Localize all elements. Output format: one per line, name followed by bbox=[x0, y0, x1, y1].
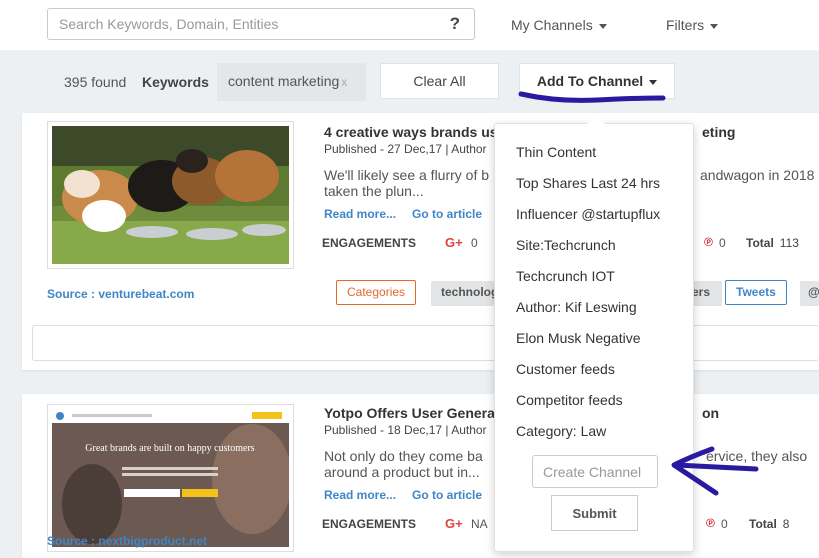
annotation-arrow-scribble bbox=[671, 446, 759, 496]
go-to-article-link[interactable]: Go to article bbox=[412, 488, 482, 502]
read-more-link[interactable]: Read more... bbox=[324, 488, 396, 502]
total-count: 8 bbox=[782, 517, 790, 531]
caret-down-icon bbox=[598, 23, 607, 29]
clear-all-button[interactable]: Clear All bbox=[380, 63, 499, 99]
channel-option[interactable]: Site:Techcrunch bbox=[516, 237, 616, 253]
article-thumbnail[interactable]: Great brands are built on happy customer… bbox=[47, 404, 294, 552]
keyword-chip: content marketing x bbox=[217, 63, 366, 101]
top-bar: ? My Channels Filters bbox=[0, 0, 819, 50]
results-count: 395 found bbox=[64, 74, 127, 90]
article-title[interactable]: Yotpo Offers User Genera bbox=[324, 405, 495, 421]
go-to-article-link[interactable]: Go to article bbox=[412, 207, 482, 221]
total-label: Total bbox=[746, 236, 774, 250]
total-engagements: Total 113 bbox=[746, 236, 799, 250]
channel-option[interactable]: Influencer @startupflux bbox=[516, 206, 660, 222]
article-published: Published - 27 Dec,17 | Author bbox=[324, 142, 487, 156]
dropdown-pointer bbox=[587, 115, 605, 124]
article-title-tail[interactable]: eting bbox=[702, 124, 735, 140]
filters-menu[interactable]: Filters bbox=[666, 17, 719, 33]
article-title-tail[interactable]: on bbox=[702, 405, 719, 421]
article-description-tail: andwagon in 2018 bbox=[700, 167, 815, 183]
google-plus-icon: G+ bbox=[445, 235, 463, 250]
search-box[interactable]: ? bbox=[47, 8, 475, 40]
article-published: Published - 18 Dec,17 | Author bbox=[324, 423, 487, 437]
create-channel-input[interactable] bbox=[532, 455, 658, 488]
yotpo-site-image: Great brands are built on happy customer… bbox=[52, 409, 289, 547]
dogs-eating-image bbox=[52, 126, 289, 264]
annotation-underline-scribble bbox=[518, 91, 666, 103]
engagements-label: ENGAGEMENTS bbox=[322, 517, 417, 531]
total-engagements: Total 8 bbox=[749, 517, 789, 531]
my-channels-menu[interactable]: My Channels bbox=[511, 17, 607, 33]
channel-option[interactable]: Thin Content bbox=[516, 144, 596, 160]
engagements-label: ENGAGEMENTS bbox=[322, 236, 417, 250]
total-label: Total bbox=[749, 517, 777, 531]
google-plus-icon: G+ bbox=[445, 516, 463, 531]
channel-option[interactable]: Author: Kif Leswing bbox=[516, 299, 637, 315]
article-card: Source : venturebeat.com 4 creative ways… bbox=[22, 113, 819, 370]
article-thumbnail[interactable] bbox=[47, 121, 294, 269]
pinterest-icon: ℗ bbox=[704, 235, 713, 249]
google-plus-count: 0 bbox=[471, 236, 478, 250]
read-more-link[interactable]: Read more... bbox=[324, 207, 396, 221]
tweets-tag[interactable]: Tweets bbox=[725, 280, 787, 305]
remove-keyword-icon[interactable]: x bbox=[341, 75, 347, 89]
add-to-channel-label: Add To Channel bbox=[536, 73, 644, 89]
my-channels-label: My Channels bbox=[511, 17, 593, 33]
article-source[interactable]: Source : nextbigproduct.net bbox=[47, 534, 207, 548]
add-to-channel-dropdown: Thin Content Top Shares Last 24 hrs Infl… bbox=[494, 115, 694, 552]
thumbnail-headline: Great brands are built on happy customer… bbox=[85, 443, 255, 454]
topic-tag-mention[interactable]: @ bbox=[800, 281, 819, 306]
pinterest-count: 0 bbox=[721, 517, 728, 531]
filters-label: Filters bbox=[666, 17, 705, 33]
caret-down-icon bbox=[649, 79, 658, 85]
pinterest-icon: ℗ bbox=[706, 516, 715, 530]
topic-tag-technology[interactable]: technolog bbox=[431, 281, 494, 306]
channel-option[interactable]: Customer feeds bbox=[516, 361, 615, 377]
article-source[interactable]: Source : venturebeat.com bbox=[47, 287, 194, 301]
article-description: Not only do they come ba around a produc… bbox=[324, 448, 483, 480]
channel-option[interactable]: Elon Musk Negative bbox=[516, 330, 641, 346]
google-plus-count: NA bbox=[471, 517, 488, 531]
categories-tag[interactable]: Categories bbox=[336, 280, 417, 305]
keyword-chip-text: content marketing bbox=[228, 73, 340, 89]
channel-option[interactable]: Category: Law bbox=[516, 423, 606, 439]
comment-box[interactable] bbox=[32, 325, 819, 361]
caret-down-icon bbox=[710, 23, 719, 29]
total-count: 113 bbox=[779, 236, 799, 250]
filter-bar: 395 found Keywords content marketing x Cl… bbox=[0, 50, 819, 112]
pinterest-count: 0 bbox=[719, 236, 726, 250]
search-input[interactable] bbox=[48, 9, 428, 39]
article-description: We'll likely see a flurry of b taken the… bbox=[324, 167, 490, 199]
help-icon[interactable]: ? bbox=[450, 14, 460, 34]
channel-option[interactable]: Top Shares Last 24 hrs bbox=[516, 175, 660, 191]
topic-tag-partial[interactable]: ers bbox=[692, 281, 722, 306]
article-title[interactable]: 4 creative ways brands us bbox=[324, 124, 498, 140]
channel-option[interactable]: Competitor feeds bbox=[516, 392, 623, 408]
channel-option[interactable]: Techcrunch IOT bbox=[516, 268, 615, 284]
submit-button[interactable]: Submit bbox=[551, 495, 638, 531]
keywords-label: Keywords bbox=[142, 74, 209, 90]
